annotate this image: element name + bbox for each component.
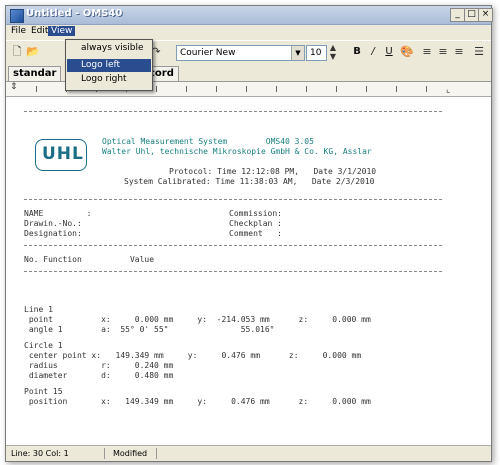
view-menu-dropdown: always visible Logo left Logo right bbox=[65, 39, 153, 91]
field-designation: Designation: bbox=[24, 229, 82, 238]
window-title: Untitled - OMS40 bbox=[26, 8, 123, 19]
status-position: Line: 30 Col: 1 bbox=[8, 448, 105, 459]
ruler-tick bbox=[216, 86, 217, 92]
align-center-icon[interactable]: ≡ bbox=[436, 45, 450, 59]
result-row: position x: 149.349 mm y: 0.476 mm z: 0.… bbox=[24, 397, 371, 406]
bold-button[interactable]: B bbox=[350, 45, 364, 59]
maximize-button[interactable]: □ bbox=[464, 8, 479, 22]
color-icon[interactable]: 🎨 bbox=[400, 45, 414, 59]
ruler-tick bbox=[276, 86, 277, 92]
protocol-line: Protocol: Time 12:12:08 PM, Date 3/1/201… bbox=[169, 167, 377, 176]
menu-bar: File Edit View bbox=[6, 25, 491, 39]
title-bar: Untitled - OMS40 _ □ × bbox=[6, 6, 493, 25]
separator bbox=[24, 111, 442, 112]
open-folder-icon[interactable]: 📂 bbox=[26, 45, 40, 59]
document-area[interactable]: UHL Optical Measurement System OMS40 3.0… bbox=[6, 97, 491, 445]
result-group-title: Point 15 bbox=[24, 387, 63, 396]
ruler-tick bbox=[396, 86, 397, 92]
new-document-icon[interactable]: 🗋 bbox=[10, 45, 24, 59]
ruler-tick bbox=[366, 86, 367, 92]
ruler-tick bbox=[306, 86, 307, 92]
menu-view[interactable]: View bbox=[48, 26, 76, 36]
logo-text: UHL bbox=[42, 144, 84, 164]
status-modified: Modified bbox=[110, 448, 157, 459]
view-menu-item-always-visible[interactable]: always visible bbox=[67, 42, 151, 55]
result-row: angle 1 a: 55° 0' 55" 55.016° bbox=[24, 325, 275, 334]
separator bbox=[24, 199, 442, 200]
result-group-title: Line 1 bbox=[24, 305, 53, 314]
chevron-down-icon[interactable]: ▼ bbox=[291, 46, 304, 60]
tab-standard[interactable]: standar bbox=[8, 66, 62, 81]
result-row: center point x: 149.349 mm y: 0.476 mm z… bbox=[24, 351, 362, 360]
size-stepper-icon[interactable]: ▲ ▼ bbox=[326, 43, 340, 61]
tab-stop-icon[interactable]: ⌞ bbox=[446, 85, 450, 95]
bullets-icon[interactable]: ☰ bbox=[472, 45, 486, 59]
underline-button[interactable]: U bbox=[382, 45, 396, 59]
app-window: Untitled - OMS40 _ □ × File Edit View 🗋 … bbox=[5, 5, 493, 462]
field-checkplan: Checkplan : bbox=[229, 219, 282, 228]
ruler-tick bbox=[156, 86, 157, 92]
indent-marker-icon[interactable]: ⇕ bbox=[10, 82, 18, 92]
font-size-value: 10 bbox=[310, 48, 322, 58]
header-title: Optical Measurement System OMS40 3.05 bbox=[102, 137, 314, 146]
result-group-title: Circle 1 bbox=[24, 341, 63, 350]
font-select[interactable]: Courier New ▼ bbox=[176, 45, 305, 61]
menu-file[interactable]: File bbox=[8, 26, 29, 36]
field-commission: Commission: bbox=[229, 209, 282, 218]
close-button[interactable]: × bbox=[478, 8, 493, 22]
view-menu-item-logo-right[interactable]: Logo right bbox=[67, 73, 151, 86]
status-bar: Line: 30 Col: 1 Modified bbox=[6, 445, 491, 461]
separator bbox=[24, 245, 442, 246]
result-row: point x: 0.000 mm y: -214.053 mm z: 0.00… bbox=[24, 315, 371, 324]
header-company: Walter Uhl, technische Mikroskopie GmbH … bbox=[102, 147, 372, 156]
column-header: No. Function Value bbox=[24, 255, 155, 264]
ruler-tick bbox=[246, 86, 247, 92]
field-name: NAME : bbox=[24, 209, 92, 218]
align-right-icon[interactable]: ≡ bbox=[452, 45, 466, 59]
font-size-input[interactable]: 10 bbox=[306, 45, 327, 61]
calibrated-line: System Calibrated: Time 11:38:03 AM, Dat… bbox=[124, 177, 375, 186]
minimize-button[interactable]: _ bbox=[450, 8, 465, 22]
result-row: radius r: 0.240 mm bbox=[24, 361, 174, 370]
font-select-value: Courier New bbox=[180, 48, 236, 58]
ruler-tick bbox=[336, 86, 337, 92]
align-left-icon[interactable]: ≡ bbox=[420, 45, 434, 59]
field-comment: Comment : bbox=[229, 229, 282, 238]
separator bbox=[24, 271, 442, 272]
app-icon bbox=[10, 9, 24, 23]
uhl-logo: UHL bbox=[35, 139, 87, 171]
italic-button[interactable]: / bbox=[366, 45, 380, 59]
field-drawing-no: Drawin.-No.: bbox=[24, 219, 82, 228]
view-menu-item-logo-left[interactable]: Logo left bbox=[67, 59, 151, 72]
ruler-tick bbox=[186, 86, 187, 92]
ruler-tick bbox=[426, 86, 427, 92]
result-row: diameter d: 0.480 mm bbox=[24, 371, 174, 380]
ruler-tick bbox=[36, 86, 37, 92]
